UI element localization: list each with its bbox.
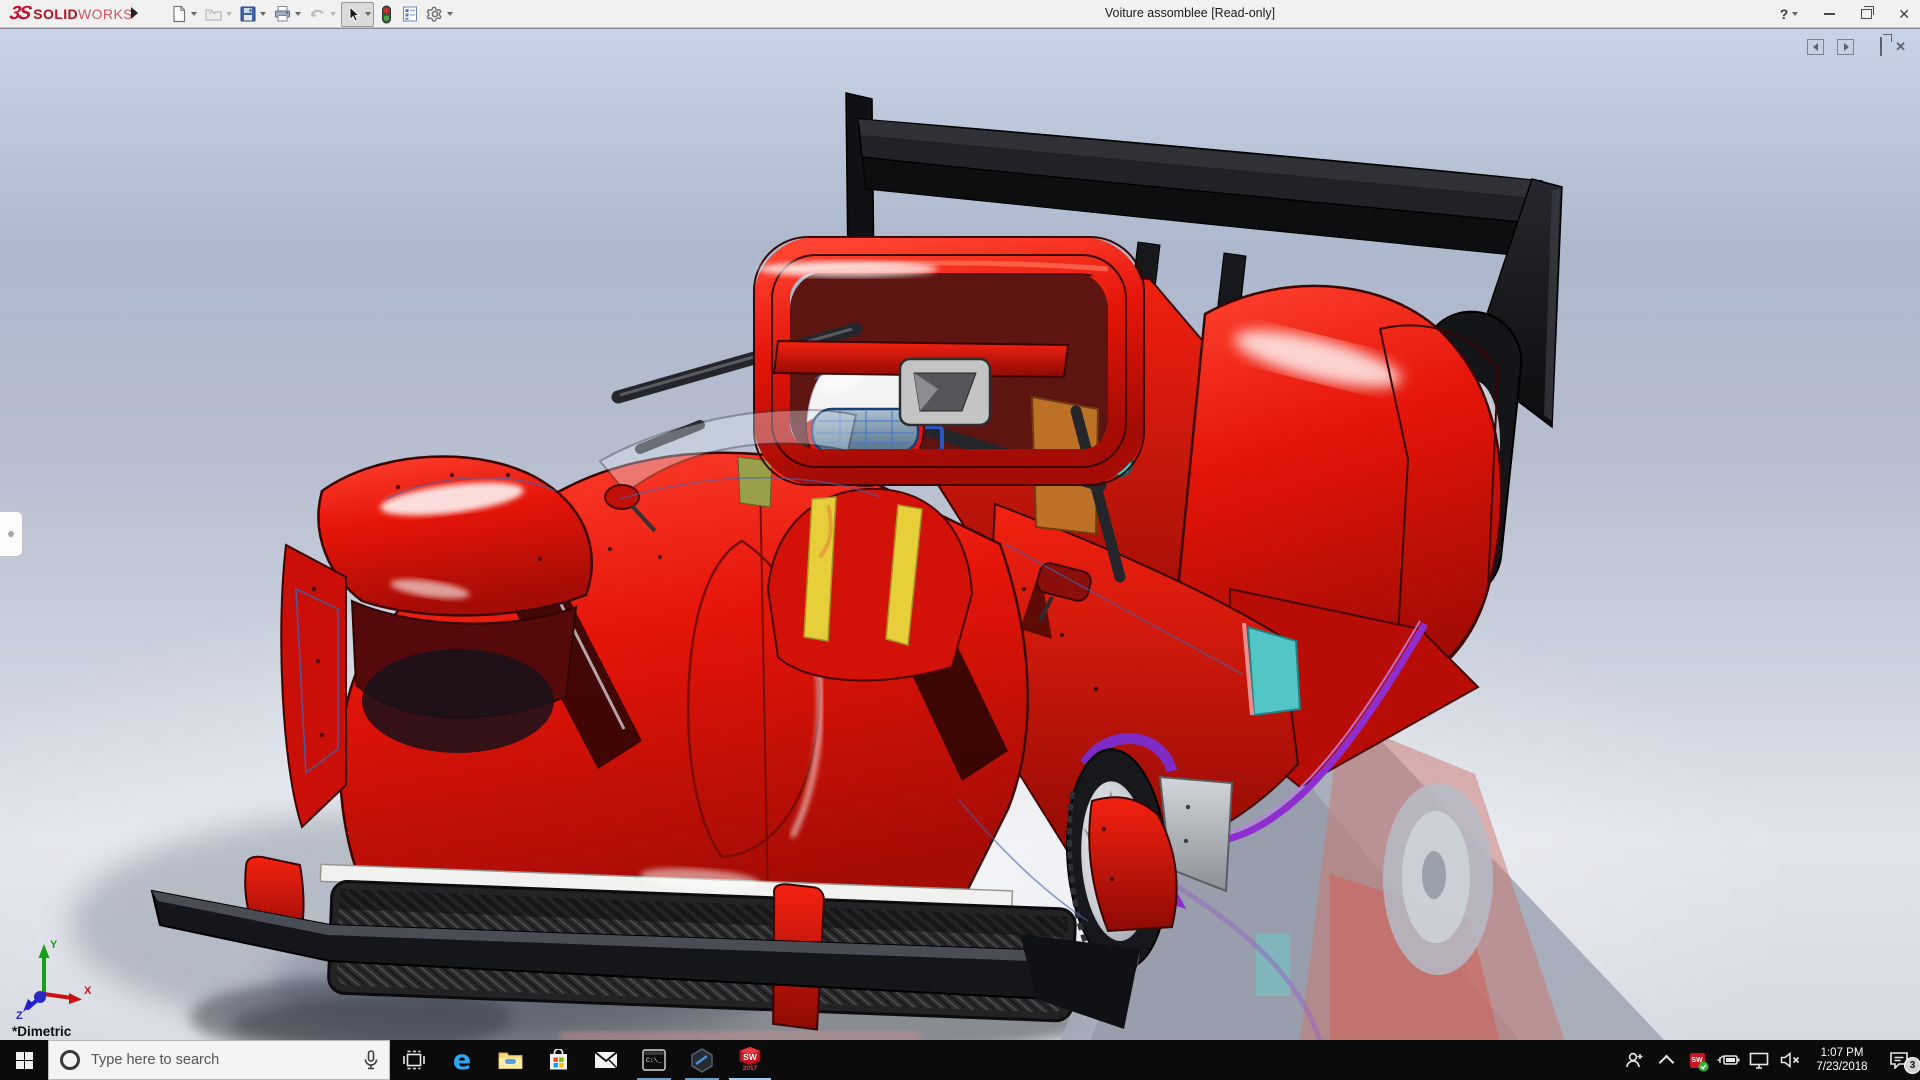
chevron-up-icon <box>1658 1054 1674 1070</box>
network-icon <box>1749 1052 1769 1069</box>
taskbar-file-explorer-button[interactable] <box>486 1040 534 1080</box>
show-hidden-icons-button[interactable] <box>1654 1040 1678 1080</box>
restore-icon <box>1861 9 1872 19</box>
cortana-circle-icon <box>59 1049 81 1071</box>
pane-right-button[interactable] <box>1837 39 1854 55</box>
help-icon: ? <box>1780 6 1789 22</box>
options-button[interactable] <box>424 3 455 25</box>
brand-works-text: WORKS <box>78 6 133 22</box>
power-button[interactable] <box>1716 1040 1740 1080</box>
restore-icon <box>1880 37 1882 56</box>
rebuild-traffic-light-icon <box>379 5 394 24</box>
search-placeholder: Type here to search <box>91 1052 353 1068</box>
taskbar-search[interactable]: Type here to search <box>48 1040 390 1080</box>
volume-muted-icon <box>1780 1052 1801 1068</box>
file-properties-button[interactable] <box>399 3 421 25</box>
taskbar-hexagon-app-button[interactable] <box>678 1040 726 1080</box>
print-button[interactable] <box>271 3 303 25</box>
new-document-button[interactable] <box>168 3 199 25</box>
minimize-icon <box>1824 13 1835 15</box>
battery-icon <box>1716 1053 1740 1067</box>
close-icon: ✕ <box>1895 39 1906 54</box>
select-tool-button[interactable] <box>341 2 374 27</box>
open-button[interactable] <box>202 3 234 25</box>
taskbar-mail-button[interactable] <box>582 1040 630 1080</box>
minimize-button[interactable] <box>1824 13 1835 15</box>
start-button[interactable] <box>0 1040 48 1080</box>
title-bar: 3S SOLIDWORKS <box>0 0 1920 28</box>
taskbar-edge-button[interactable]: e <box>438 1040 486 1080</box>
command-prompt-glyph-text: C:\_ <box>646 1057 662 1064</box>
save-button[interactable] <box>237 3 268 25</box>
taskbar-command-prompt-button[interactable]: C:\_ <box>630 1040 678 1080</box>
taskbar-clock[interactable]: 1:07 PM 7/23/2018 <box>1809 1046 1875 1074</box>
taskbar-solidworks-button[interactable]: SW 2017 <box>726 1040 774 1080</box>
new-document-icon <box>170 5 188 23</box>
model-viewport-canvas[interactable] <box>0 29 1920 1040</box>
clock-time: 1:07 PM <box>1811 1046 1873 1060</box>
solidworks-resource-monitor[interactable]: SW <box>1685 1040 1709 1080</box>
taskbar-store-button[interactable] <box>534 1040 582 1080</box>
flyout-arrow-icon[interactable] <box>131 7 138 19</box>
help-button[interactable]: ? <box>1780 6 1799 22</box>
open-icon <box>204 5 223 23</box>
orientation-triad[interactable]: Y X Z <box>14 936 94 1020</box>
close-button[interactable]: ✕ <box>1898 6 1910 23</box>
windows-taskbar: Type here to search e <box>0 1040 1920 1080</box>
select-cursor-icon <box>344 5 362 24</box>
windows-start-icon <box>16 1052 33 1069</box>
action-center-button[interactable]: 3 <box>1882 1040 1916 1080</box>
hexagon-app-icon <box>690 1048 714 1073</box>
undo-icon <box>308 5 327 23</box>
notification-badge: 3 <box>1904 1057 1920 1074</box>
volume-button[interactable] <box>1778 1040 1802 1080</box>
brand-solid-text: SOLID <box>33 6 78 22</box>
graphics-area[interactable]: ✕ Y X Z *Dimetric <box>0 28 1920 1040</box>
view-orientation-label: *Dimetric <box>12 1024 71 1039</box>
people-button[interactable] <box>1623 1040 1647 1080</box>
options-gear-icon <box>426 5 444 23</box>
green-check-icon <box>1698 1061 1709 1072</box>
solidworks-2017-icon: SW 2017 <box>737 1046 763 1074</box>
undo-button[interactable] <box>306 3 338 25</box>
close-icon: ✕ <box>1898 6 1910 23</box>
edge-icon: e <box>453 1045 471 1076</box>
triad-y-label: Y <box>50 939 58 951</box>
clock-date: 7/23/2018 <box>1811 1060 1873 1074</box>
network-button[interactable] <box>1747 1040 1771 1080</box>
file-properties-icon <box>401 5 419 23</box>
dassault-3ds-icon: 3S <box>8 3 32 25</box>
task-view-icon <box>403 1050 425 1070</box>
restore-button[interactable] <box>1861 9 1872 19</box>
triad-x-label: X <box>84 985 92 997</box>
doc-restore-button[interactable] <box>1880 38 1882 56</box>
solidworks-logo: 3S SOLIDWORKS <box>10 3 133 25</box>
taskbar-task-view-button[interactable] <box>390 1040 438 1080</box>
mail-icon <box>594 1051 618 1069</box>
triad-z-label: Z <box>16 1010 23 1020</box>
document-title: Voiture assomblee [Read-only] <box>1105 6 1275 20</box>
microphone-icon[interactable] <box>363 1050 379 1070</box>
save-icon <box>239 5 257 23</box>
doc-close-button[interactable]: ✕ <box>1895 39 1906 55</box>
people-icon <box>1625 1051 1645 1069</box>
rebuild-button[interactable] <box>377 3 396 26</box>
file-explorer-icon <box>498 1050 523 1070</box>
feature-panel-collapsed-tab[interactable] <box>0 511 23 557</box>
pane-right-icon <box>1841 42 1851 52</box>
pane-left-icon <box>1811 42 1821 52</box>
microsoft-store-icon <box>548 1049 569 1071</box>
print-icon <box>273 5 292 23</box>
air-intake <box>900 359 990 425</box>
pane-left-button[interactable] <box>1807 39 1824 55</box>
